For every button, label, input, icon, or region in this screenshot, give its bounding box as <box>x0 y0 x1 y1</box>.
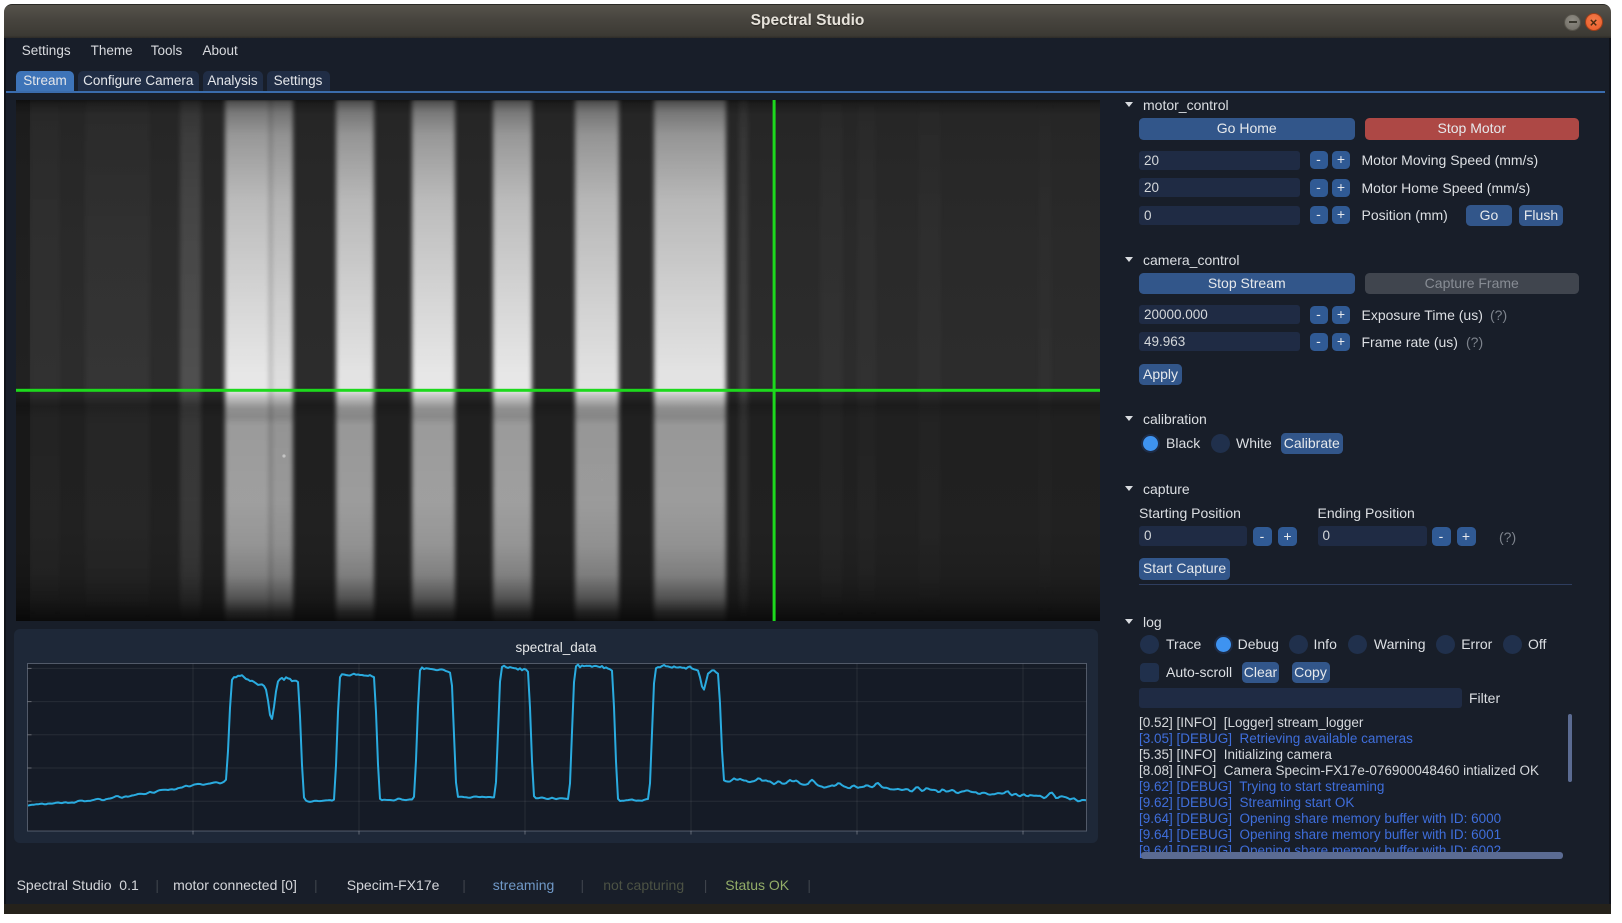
svg-text:spectral_data: spectral_data <box>515 640 597 655</box>
